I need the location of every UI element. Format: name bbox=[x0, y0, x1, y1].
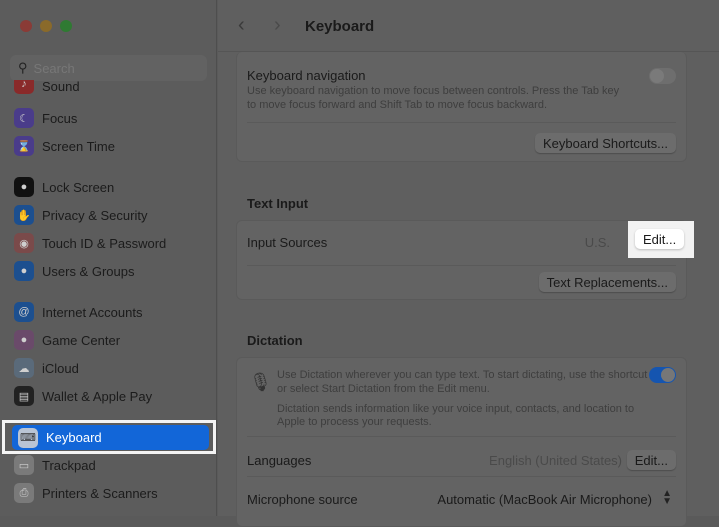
close-button[interactable] bbox=[20, 20, 32, 32]
languages-value: English (United States) bbox=[489, 453, 622, 468]
sidebar-item-label: Screen Time bbox=[42, 138, 115, 154]
languages-label: Languages bbox=[247, 453, 312, 468]
hourglass-icon: ⌛ bbox=[14, 136, 34, 156]
text-input-card: Input Sources U.S. Text Replacements... bbox=[236, 220, 687, 300]
sidebar-item-icloud[interactable]: ☁ iCloud bbox=[14, 356, 79, 380]
sidebar-item-label: Game Center bbox=[42, 332, 121, 348]
text-replacements-button[interactable]: Text Replacements... bbox=[538, 272, 676, 292]
microphone-icon: 🎙 bbox=[249, 372, 272, 392]
lock-icon: ● bbox=[14, 177, 34, 197]
sidebar-item-printers-scanners[interactable]: ⎙ Printers & Scanners bbox=[14, 481, 158, 505]
sidebar-item-label: Printers & Scanners bbox=[42, 485, 158, 501]
printer-icon: ⎙ bbox=[14, 483, 34, 503]
keyboard-navigation-description: to move focus forward and Shift Tab to m… bbox=[247, 99, 548, 111]
moon-icon: ☾ bbox=[14, 108, 34, 128]
scrollbar[interactable] bbox=[711, 52, 715, 516]
dictation-heading: Dictation bbox=[247, 333, 303, 348]
sidebar-item-trackpad[interactable]: ▭ Trackpad bbox=[14, 453, 96, 477]
speaker-icon: ♪ bbox=[14, 80, 34, 94]
dictation-description: Use Dictation wherever you can type text… bbox=[277, 369, 648, 381]
users-icon: ● bbox=[14, 261, 34, 281]
hand-icon: ✋ bbox=[14, 205, 34, 225]
wallet-icon: ▤ bbox=[14, 386, 34, 406]
fingerprint-icon: ◉ bbox=[14, 233, 34, 253]
sidebar-item-game-center[interactable]: ● Game Center bbox=[14, 328, 120, 352]
cloud-icon: ☁ bbox=[14, 358, 34, 378]
sidebar-item-label: Keyboard bbox=[46, 430, 102, 445]
keyboard-icon: ⌨ bbox=[18, 427, 38, 448]
sidebar-item-lock-screen[interactable]: ● Lock Screen bbox=[14, 175, 114, 199]
back-icon[interactable]: ‹ bbox=[238, 14, 245, 37]
toolbar: ‹ › Keyboard bbox=[218, 0, 719, 52]
sidebar-item-focus[interactable]: ☾ Focus bbox=[14, 106, 77, 130]
page-title: Keyboard bbox=[305, 18, 375, 35]
microphone-source-select[interactable]: Automatic (MacBook Air Microphone) bbox=[437, 492, 652, 507]
sidebar-item-label: Touch ID & Password bbox=[42, 235, 167, 251]
sidebar-item-label: Users & Groups bbox=[42, 263, 135, 279]
sidebar-item-label: Privacy & Security bbox=[42, 207, 148, 223]
sidebar-item-users-groups[interactable]: ● Users & Groups bbox=[14, 259, 134, 283]
sidebar-item-label: Sound bbox=[42, 80, 80, 94]
dictation-privacy-note: Apple to process your requests. bbox=[277, 416, 432, 428]
sidebar-item-privacy-security[interactable]: ✋ Privacy & Security bbox=[14, 203, 147, 227]
microphone-source-label: Microphone source bbox=[247, 492, 358, 507]
keyboard-navigation-card: Keyboard navigation Use keyboard navigat… bbox=[236, 52, 687, 162]
dictation-toggle[interactable] bbox=[649, 367, 676, 383]
sidebar-item-touch-id-password[interactable]: ◉ Touch ID & Password bbox=[14, 231, 166, 255]
sidebar-item-internet-accounts[interactable]: @ Internet Accounts bbox=[14, 300, 142, 324]
sidebar-item-sound[interactable]: ♪ Sound bbox=[14, 80, 80, 94]
forward-icon[interactable]: › bbox=[274, 14, 281, 37]
search-input[interactable]: ⚲ Search bbox=[10, 55, 207, 81]
zoom-button[interactable] bbox=[60, 20, 72, 32]
search-placeholder: Search bbox=[33, 60, 75, 76]
input-sources-edit-button[interactable]: Edit... bbox=[635, 229, 685, 249]
keyboard-navigation-toggle[interactable] bbox=[649, 68, 676, 84]
input-sources-label: Input Sources bbox=[247, 235, 328, 250]
input-sources-value: U.S. bbox=[584, 235, 610, 250]
edit-highlight-frame: Edit... bbox=[628, 221, 694, 258]
sidebar-item-label: Lock Screen bbox=[42, 179, 115, 195]
dictation-card: 🎙 Use Dictation wherever you can type te… bbox=[236, 357, 687, 527]
languages-edit-button[interactable]: Edit... bbox=[626, 450, 676, 470]
sidebar-item-label: Trackpad bbox=[42, 457, 96, 473]
sidebar-item-label: iCloud bbox=[42, 360, 79, 376]
main-pane: ‹ › Keyboard Keyboard navigation Use key… bbox=[218, 0, 719, 527]
keyboard-navigation-label: Keyboard navigation bbox=[247, 68, 366, 83]
sidebar-item-label: Focus bbox=[42, 110, 78, 126]
trackpad-icon: ▭ bbox=[14, 455, 34, 475]
dictation-description: or select Start Dictation from the Edit … bbox=[277, 383, 490, 395]
search-icon: ⚲ bbox=[18, 60, 28, 75]
keyboard-navigation-description: Use keyboard navigation to move focus be… bbox=[247, 85, 620, 97]
sidebar: ⚲ Search ♪ Sound ☾ Focus ⌛ Screen Time ● Lock S… bbox=[0, 0, 217, 516]
window-controls bbox=[20, 20, 72, 32]
keyboard-shortcuts-button[interactable]: Keyboard Shortcuts... bbox=[534, 133, 676, 153]
game-center-icon: ● bbox=[14, 330, 34, 350]
sidebar-item-label: Internet Accounts bbox=[42, 304, 143, 320]
at-icon: @ bbox=[14, 302, 34, 322]
minimize-button[interactable] bbox=[40, 20, 52, 32]
sidebar-item-wallet-apple-pay[interactable]: ▤ Wallet & Apple Pay bbox=[14, 384, 152, 408]
text-input-heading: Text Input bbox=[247, 196, 309, 211]
chevron-updown-icon[interactable]: ▲ ▼ bbox=[662, 489, 672, 507]
sidebar-item-screen-time[interactable]: ⌛ Screen Time bbox=[14, 134, 115, 158]
keyboard-highlight-frame: ⌨ Keyboard bbox=[2, 420, 216, 454]
sidebar-item-label: Wallet & Apple Pay bbox=[42, 388, 153, 404]
sidebar-item-keyboard[interactable]: ⌨ Keyboard bbox=[12, 425, 209, 450]
